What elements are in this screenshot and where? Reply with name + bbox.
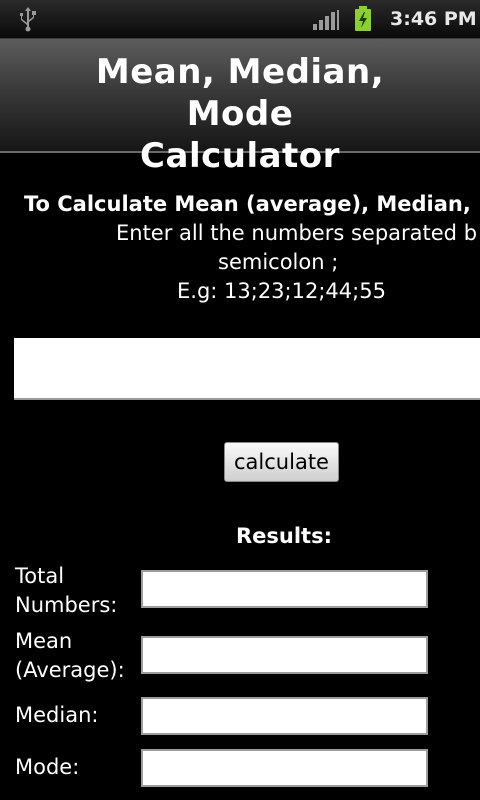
signal-icon [313,10,339,30]
status-bar: 3:46 PM [0,0,480,39]
instructions-heading: To Calculate Mean (average), Median, M [24,192,480,216]
status-time: 3:46 PM [390,8,477,30]
numbers-input[interactable] [14,338,480,400]
battery-charging-icon [355,6,371,31]
title-bar: Mean, Median, Mode Calculator [0,39,480,176]
app-title-line1: Mean, Median, Mode [95,52,385,134]
instructions-line2: semicolon ; [218,250,339,274]
app-title-line2: Calculator [140,136,340,176]
results-heading: Results: [236,524,332,548]
median-field[interactable] [141,697,428,735]
calculate-button[interactable]: calculate [224,442,339,482]
mean-field[interactable] [141,636,428,674]
total-numbers-label: Total Numbers: [15,564,118,617]
usb-icon [20,7,36,32]
instructions: To Calculate Mean (average), Median, M E… [0,190,480,310]
median-label: Median: [15,703,99,727]
mean-label: Mean (Average): [15,629,125,682]
total-numbers-field[interactable] [141,570,428,608]
instructions-line1: Enter all the numbers separated b [116,221,478,245]
app-title: Mean, Median, Mode Calculator [40,51,440,177]
instructions-example: E.g: 13;23;12;44;55 [177,279,386,303]
mode-label: Mode: [15,755,80,779]
mode-field[interactable] [141,749,428,787]
